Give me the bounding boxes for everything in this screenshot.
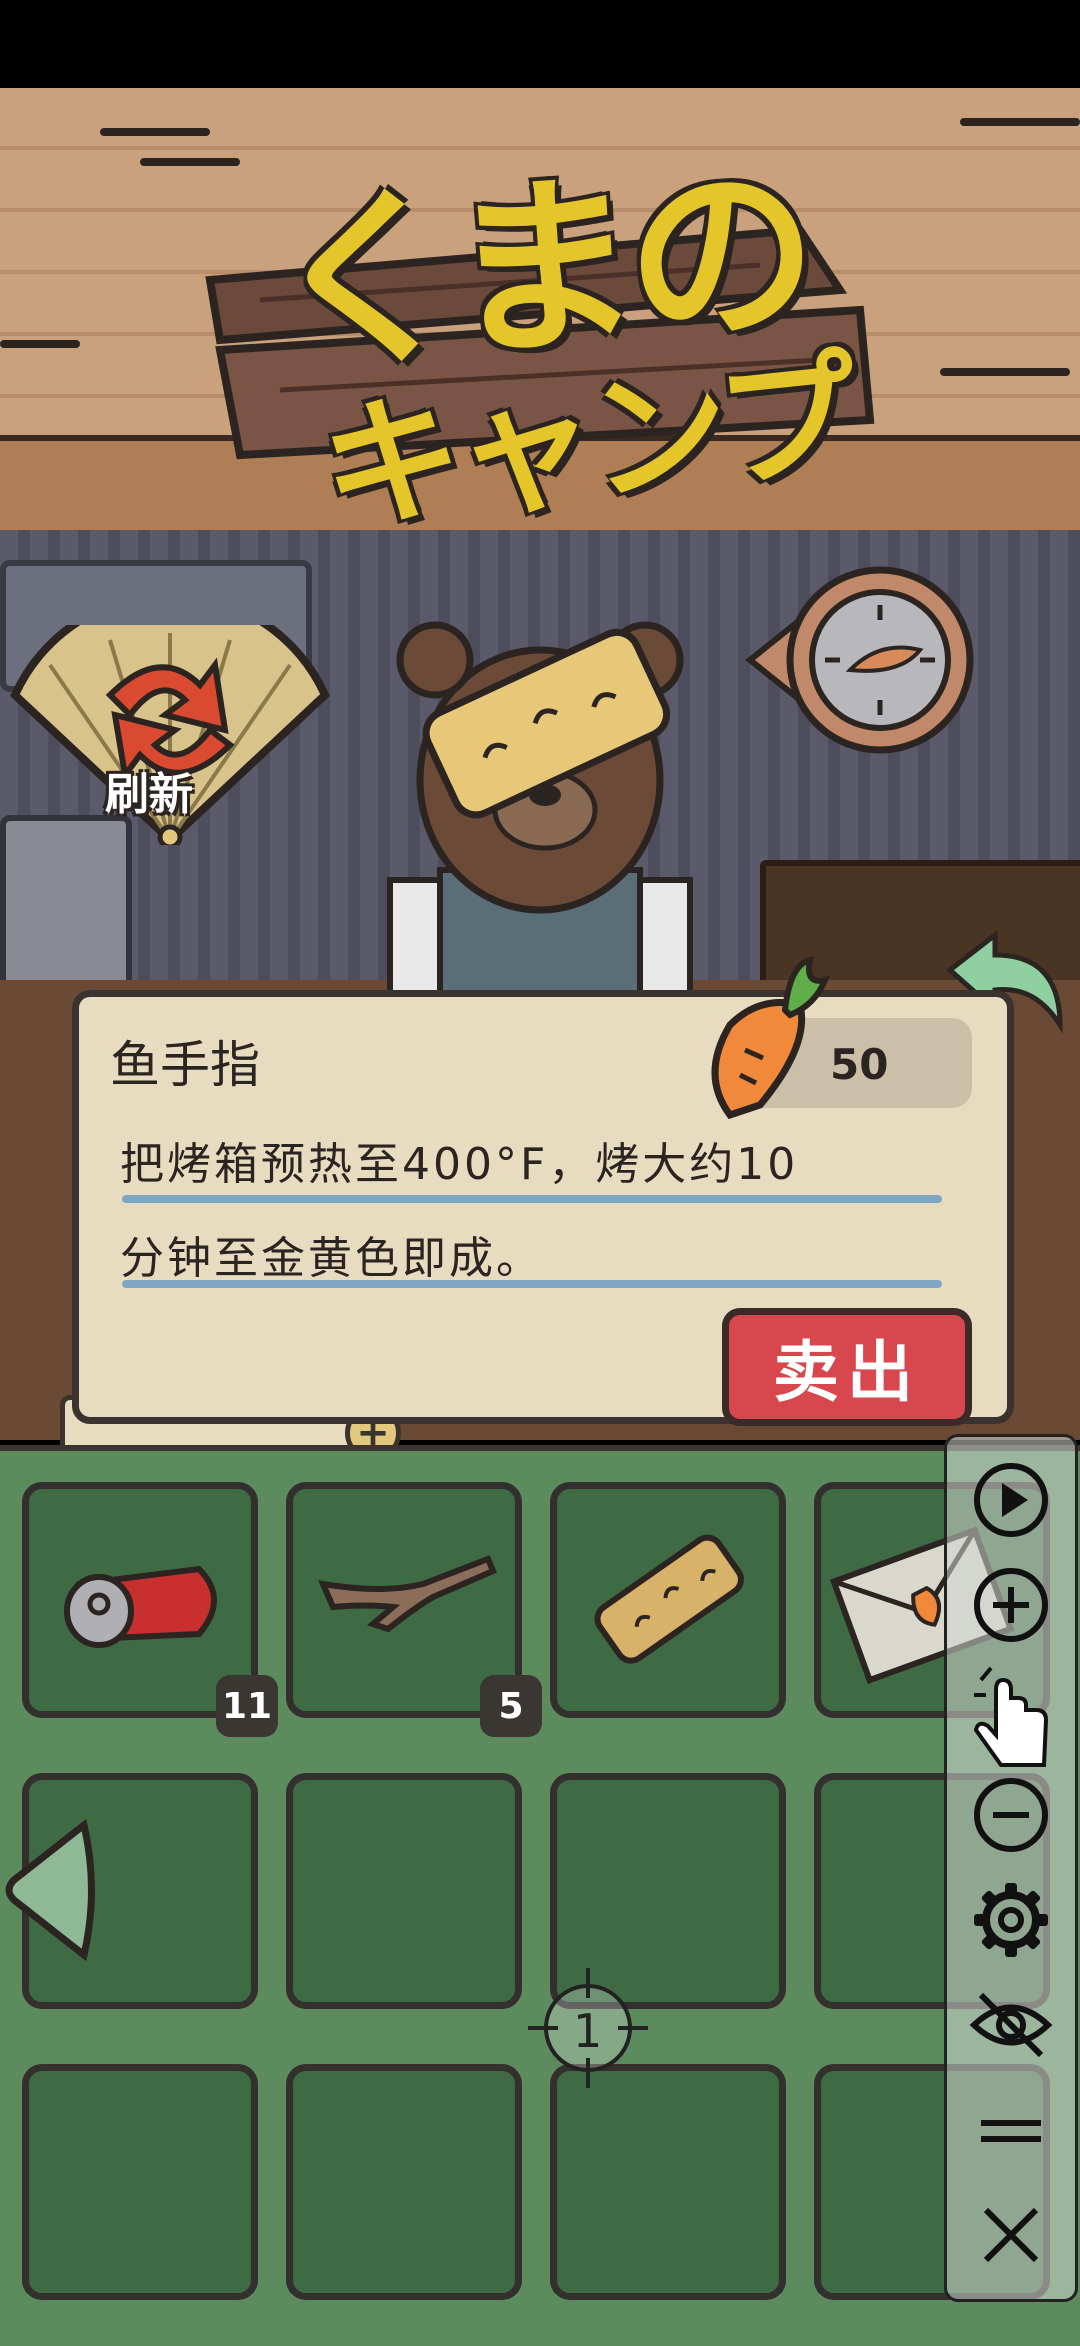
- inventory-slot[interactable]: [286, 2064, 522, 2300]
- status-bar: [0, 0, 1080, 88]
- item-count-badge: 11: [216, 1675, 278, 1737]
- zoom-out-icon[interactable]: [966, 1770, 1056, 1860]
- item-count-badge: 5: [480, 1675, 542, 1737]
- wall-scratch: [100, 128, 210, 136]
- wall-scratch: [0, 340, 80, 348]
- item-price: 50: [830, 1040, 889, 1089]
- crushed-can-icon: [64, 1565, 217, 1648]
- bear-shopkeeper: [387, 621, 693, 1000]
- crosshair-number: 1: [573, 2004, 603, 2058]
- zoom-in-icon[interactable]: [966, 1560, 1056, 1650]
- menu-icon[interactable]: [966, 2085, 1056, 2175]
- sell-button[interactable]: 卖出: [722, 1308, 972, 1426]
- previous-page-arrow[interactable]: [4, 1815, 100, 1965]
- inventory-slot[interactable]: [550, 2064, 786, 2300]
- wall-scratch: [140, 158, 240, 166]
- fish-clock: [745, 566, 974, 754]
- wood-branch-icon: [318, 1555, 497, 1633]
- description-underline: [122, 1280, 942, 1288]
- description-underline: [122, 1195, 942, 1203]
- play-icon[interactable]: [966, 1455, 1056, 1545]
- inventory-slot[interactable]: [550, 1482, 786, 1718]
- description-line-1: 把烤箱预热至400°F，烤大约10: [120, 1139, 799, 1190]
- settings-icon[interactable]: [966, 1875, 1056, 1965]
- refresh-label: 刷新: [105, 769, 193, 820]
- fish-finger-icon: [594, 1534, 744, 1664]
- wall-scratch: [940, 368, 1070, 376]
- hide-eye-icon[interactable]: [966, 1980, 1056, 2070]
- inventory-slot[interactable]: [22, 2064, 258, 2300]
- tap-hand-icon[interactable]: [966, 1660, 1056, 1770]
- item-name: 鱼手指: [110, 1036, 260, 1094]
- close-icon[interactable]: [966, 2190, 1056, 2280]
- description-line-2: 分钟至金黄色即成。: [120, 1233, 543, 1284]
- inventory-slot[interactable]: [286, 1773, 522, 2009]
- wall-scratch: [960, 118, 1080, 126]
- carrot-icon: [711, 955, 830, 1120]
